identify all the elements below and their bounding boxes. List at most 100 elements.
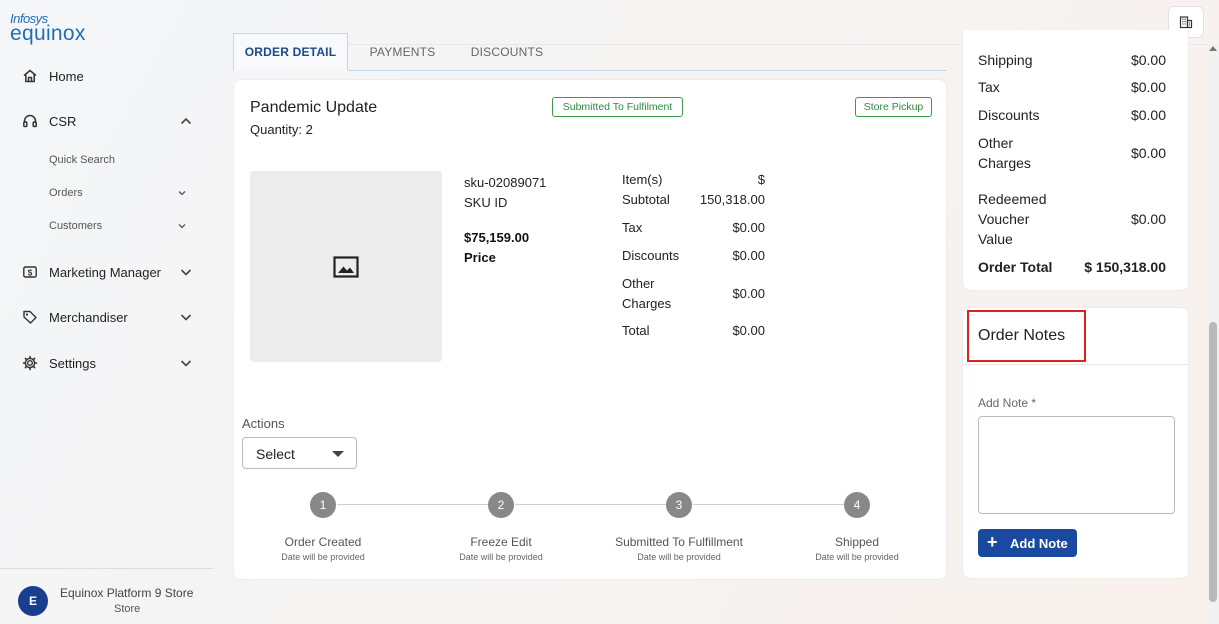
item-title: Pandemic Update <box>250 99 378 116</box>
caret-down-icon <box>332 451 344 457</box>
actions-label: Actions <box>242 416 285 431</box>
step-date: Date will be provided <box>459 552 543 562</box>
price-value: $75,159.00 <box>464 230 530 245</box>
order-total-label: Order Total <box>978 259 1053 275</box>
tax-value: $0.00 <box>1130 79 1166 95</box>
sidebar-item-label: Marketing Manager <box>49 264 161 280</box>
item-total-value: $0.00 <box>732 323 765 338</box>
notes-divider <box>963 364 1188 365</box>
redeemed-voucher-value: $0.00 <box>1130 211 1166 227</box>
step-title: Shipped <box>834 535 880 549</box>
home-icon <box>23 69 37 83</box>
scrollbar-thumb[interactable] <box>1209 322 1217 602</box>
item-total-label: Total <box>622 323 650 338</box>
add-note-textarea[interactable] <box>978 416 1175 514</box>
item-subtotal-value: $ 150,318.00 <box>700 170 765 210</box>
store-role: Store <box>114 603 141 615</box>
order-notes-title: Order Notes <box>978 327 1066 344</box>
sidebar-subitem-quick-search[interactable]: Quick Search <box>0 148 213 172</box>
avatar[interactable]: E <box>18 586 48 616</box>
sidebar-subitem-customers[interactable]: Customers <box>0 214 213 238</box>
chevron-down-icon <box>180 360 192 367</box>
item-subtotal-value-line: $ <box>757 172 765 187</box>
item-subtotal-label-line: Subtotal <box>622 192 670 207</box>
tag-icon <box>23 310 37 324</box>
sidebar-item-settings[interactable]: Settings <box>0 348 213 378</box>
discounts-label: Discounts <box>978 107 1040 123</box>
other-charges-value: $0.00 <box>1130 145 1166 161</box>
sidebar-item-label: CSR <box>49 113 77 129</box>
tab-discounts[interactable]: DISCOUNTS <box>463 33 551 71</box>
other-charges-label-line: Other <box>978 135 1014 151</box>
building-icon <box>1179 16 1193 29</box>
item-subtotal-value-line: 150,318.00 <box>699 192 765 207</box>
chevron-down-icon <box>178 191 186 196</box>
chevron-up-icon <box>180 117 192 125</box>
item-other-charges-value: $0.00 <box>732 286 765 301</box>
step-connector <box>337 504 488 505</box>
tab-order-detail[interactable]: ORDER DETAIL <box>233 33 348 71</box>
item-discounts-label: Discounts <box>622 248 680 263</box>
sidebar-subitem-label: Orders <box>49 187 83 199</box>
step-date: Date will be provided <box>815 552 899 562</box>
actions-select-value: Select <box>256 446 295 462</box>
sidebar-subitem-orders[interactable]: Orders <box>0 181 213 205</box>
dollar-card-icon: $ <box>23 266 37 278</box>
redeemed-voucher-label: Redeemed Voucher Value <box>978 189 1047 249</box>
brand-logo[interactable]: Infosys equinox <box>10 12 86 44</box>
sidebar-item-home[interactable]: Home <box>0 61 213 91</box>
sidebar-divider <box>0 568 213 569</box>
other-charges-label-line: Charges <box>978 155 1031 171</box>
step-number: 3 <box>666 492 692 518</box>
chevron-down-icon <box>178 224 186 229</box>
sidebar-item-csr[interactable]: CSR <box>0 106 213 136</box>
tax-label: Tax <box>978 79 1000 95</box>
sidebar-item-marketing-manager[interactable]: $ Marketing Manager <box>0 257 213 287</box>
order-notes-card: Order Notes Add Note * + Add Note <box>962 307 1189 579</box>
shipping-label: Shipping <box>978 52 1033 68</box>
tab-payments[interactable]: PAYMENTS <box>355 33 450 71</box>
fulfilment-badge: Store Pickup <box>855 97 932 117</box>
add-note-label: Add Note * <box>978 396 1037 410</box>
order-tabs: ORDER DETAIL PAYMENTS DISCOUNTS <box>233 33 947 71</box>
sidebar-item-label: Home <box>49 68 84 84</box>
scroll-up-arrow-icon[interactable] <box>1209 46 1217 51</box>
shipping-value: $0.00 <box>1130 52 1166 68</box>
item-other-charges-label-line: Charges <box>622 296 672 311</box>
price-block: $75,159.00 Price <box>464 228 529 268</box>
step-title: Order Created <box>284 535 362 549</box>
chevron-down-icon <box>180 314 192 321</box>
item-subtotal-label: Item(s) Subtotal <box>622 170 670 210</box>
brand-line-2: equinox <box>10 22 86 45</box>
item-other-charges-label: Other Charges <box>622 274 671 314</box>
item-quantity: Quantity: 2 <box>250 122 313 137</box>
redeemed-voucher-label-line: Value <box>978 231 1013 247</box>
step-date: Date will be provided <box>637 552 721 562</box>
item-tax-label: Tax <box>622 220 643 235</box>
sku-label: SKU ID <box>464 195 508 210</box>
sidebar-subitem-label: Quick Search <box>49 154 116 166</box>
sidebar-item-label: Settings <box>49 355 96 371</box>
discounts-value: $0.00 <box>1130 107 1166 123</box>
order-summary-card: Shipping $0.00 Tax $0.00 Discounts $0.00… <box>962 30 1189 291</box>
step-title: Freeze Edit <box>470 535 532 549</box>
order-total-value: $ 150,318.00 <box>1084 259 1166 275</box>
step-title: Submitted To Fulfillment <box>615 535 743 549</box>
chevron-down-icon <box>180 269 192 276</box>
store-name: Equinox Platform 9 Store <box>60 586 194 600</box>
gear-icon <box>22 355 38 371</box>
item-subtotal-label-line: Item(s) <box>622 172 663 187</box>
step-date: Date will be provided <box>281 552 365 562</box>
actions-select[interactable]: Select <box>242 437 357 469</box>
other-charges-label: Other Charges <box>978 133 1031 173</box>
redeemed-voucher-label-line: Voucher <box>978 211 1030 227</box>
add-note-button[interactable]: + Add Note <box>978 529 1077 557</box>
sidebar-item-merchandiser[interactable]: Merchandiser <box>0 302 213 332</box>
step-number: 4 <box>844 492 870 518</box>
step-connector <box>693 504 844 505</box>
add-note-button-label: Add Note <box>1010 536 1068 551</box>
step-number: 2 <box>488 492 514 518</box>
sku-value: sku-02089071 <box>464 175 547 190</box>
status-badge: Submitted To Fulfilment <box>552 97 683 117</box>
price-label: Price <box>464 250 496 265</box>
